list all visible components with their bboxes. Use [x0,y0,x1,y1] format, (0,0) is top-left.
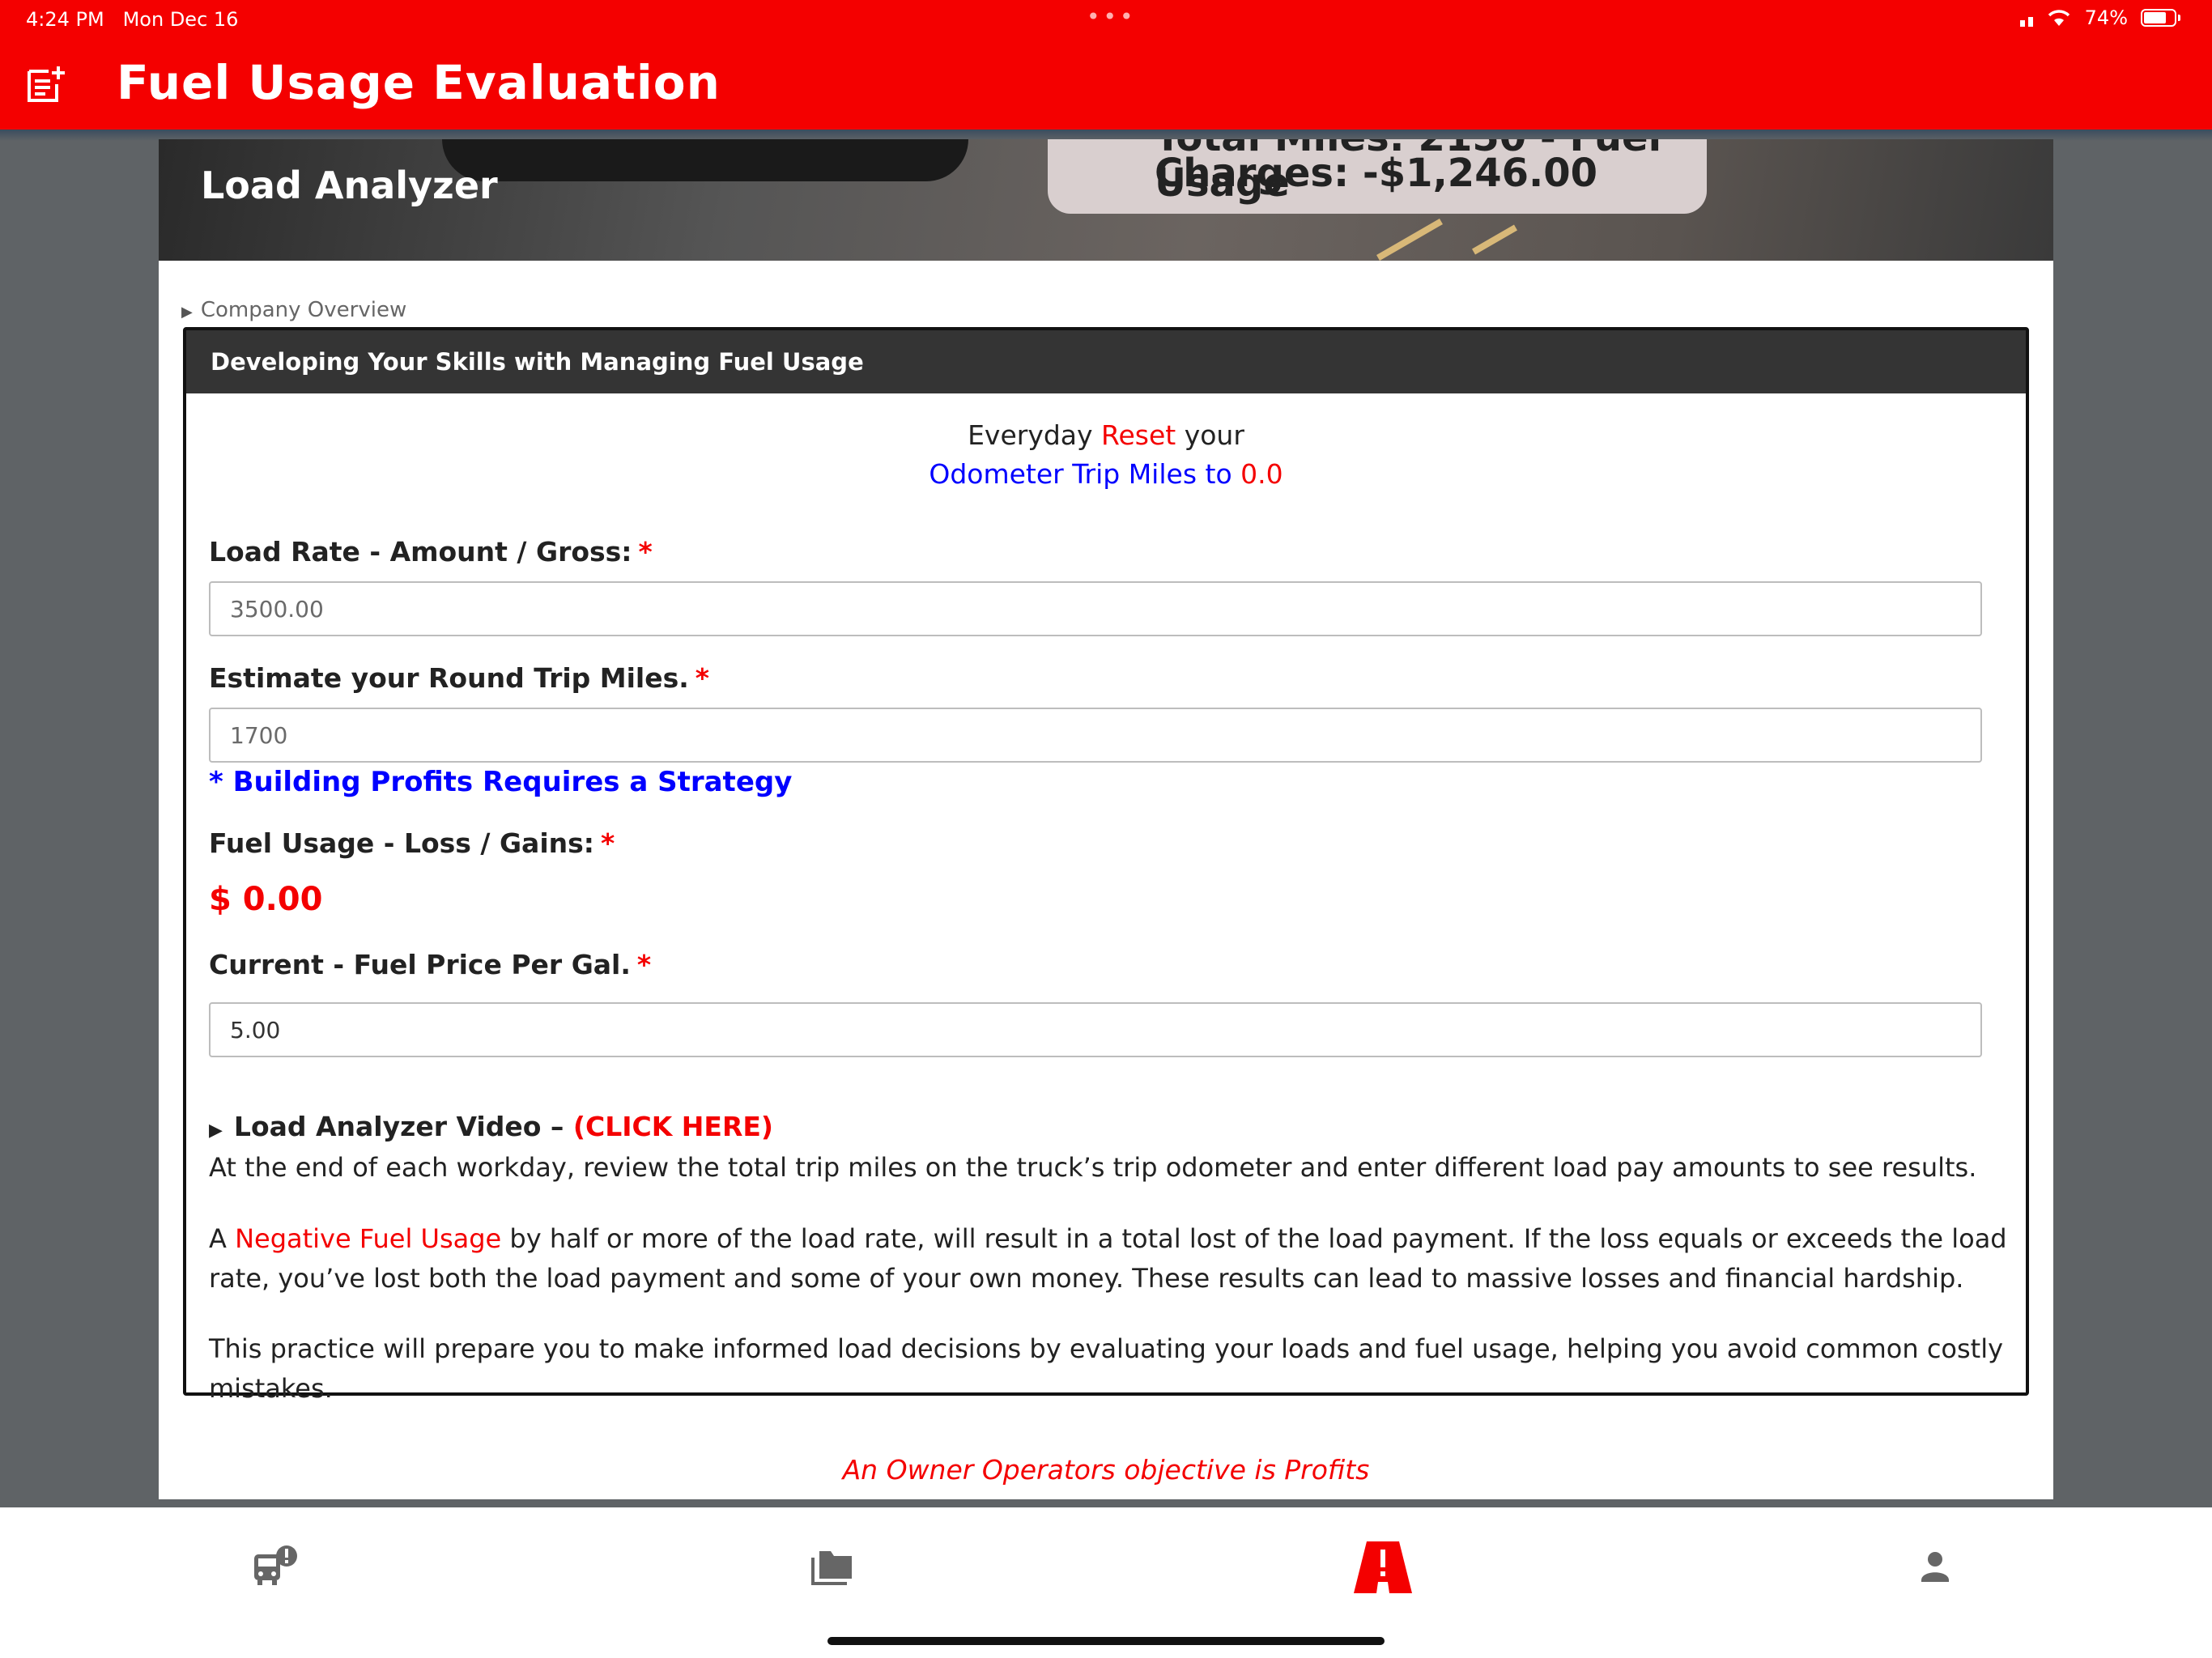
load-rate-input[interactable]: 3500.00 [209,581,1982,636]
strategy-note: * Building Profits Requires a Strategy [209,766,793,798]
panel-header: Developing Your Skills with Managing Fue… [186,330,2026,393]
reset-instruction-line2: Odometer Trip Miles to 0.0 [929,458,1283,490]
company-overview-toggle[interactable]: ▶ Company Overview [181,298,406,322]
disclosure-triangle-icon: ▶ [181,304,193,321]
fuel-price-input[interactable]: 5.00 [209,1002,1982,1057]
required-asterisk: * [695,662,710,694]
reset-instruction-line1: Everyday Reset your [968,419,1244,451]
hero-card-charges: Charges: -$1,246.00 [1155,151,1598,196]
bottom-tab-bar [0,1507,2212,1658]
road-marking [1472,224,1517,255]
note-add-icon[interactable] [24,63,66,105]
hero-banner: Load Analyzer Total Miles: 2150 - Fuel U… [159,139,2053,261]
cellular-signal-icon [2019,9,2033,27]
fuel-price-label: Current - Fuel Price Per Gal. * [209,949,652,980]
person-icon[interactable] [1911,1543,1959,1592]
status-right: 74% [2019,6,2180,29]
battery-icon [2141,9,2180,27]
battery-percent: 74% [2084,6,2128,29]
status-bar: 4:24 PM Mon Dec 16 ••• 74% [0,0,2212,40]
round-trip-miles-input[interactable]: 1700 [209,708,1982,763]
wifi-icon [2048,10,2069,26]
objective-tagline: An Owner Operators objective is Profits [842,1454,1370,1486]
load-analyzer-video-toggle[interactable]: ▶ Load Analyzer Video – (CLICK HERE) [209,1111,773,1142]
practice-note: This practice will prepare you to make i… [209,1333,2004,1404]
main-content[interactable]: Load Analyzer Total Miles: 2150 - Fuel U… [159,139,2053,1499]
negative-fuel-note: A Negative Fuel Usage by half or more of… [209,1223,2007,1294]
disclosure-triangle-icon: ▶ [209,1120,223,1141]
road-alert-icon[interactable] [1351,1535,1415,1600]
fuel-skills-panel: Developing Your Skills with Managing Fue… [183,327,2029,1404]
required-asterisk: * [638,536,653,568]
status-time: 4:24 PM Mon Dec 16 [26,8,239,31]
folders-icon[interactable] [810,1543,858,1592]
workday-instruction: At the end of each workday, review the t… [209,1152,1977,1183]
app-bar: Fuel Usage Evaluation [0,40,2212,130]
app-title: Fuel Usage Evaluation [117,55,721,110]
round-trip-label: Estimate your Round Trip Miles. * [209,662,710,694]
load-rate-label: Load Rate - Amount / Gross: * [209,536,653,568]
bus-alert-icon[interactable] [251,1543,300,1592]
home-indicator[interactable] [827,1637,1385,1645]
required-asterisk: * [600,827,615,859]
hero-truck-image [442,139,968,181]
fuel-usage-value: $ 0.00 [209,881,323,918]
multitask-dots-icon[interactable]: ••• [1087,3,1137,30]
fuel-usage-label: Fuel Usage - Loss / Gains: * [209,827,615,859]
required-asterisk: * [636,949,652,980]
road-marking [1376,219,1443,261]
hero-summary-card: Total Miles: 2150 - Fuel Usage Charges: … [1048,139,1707,214]
hero-title: Load Analyzer [201,164,498,207]
click-here-link[interactable]: (CLICK HERE) [573,1111,773,1142]
